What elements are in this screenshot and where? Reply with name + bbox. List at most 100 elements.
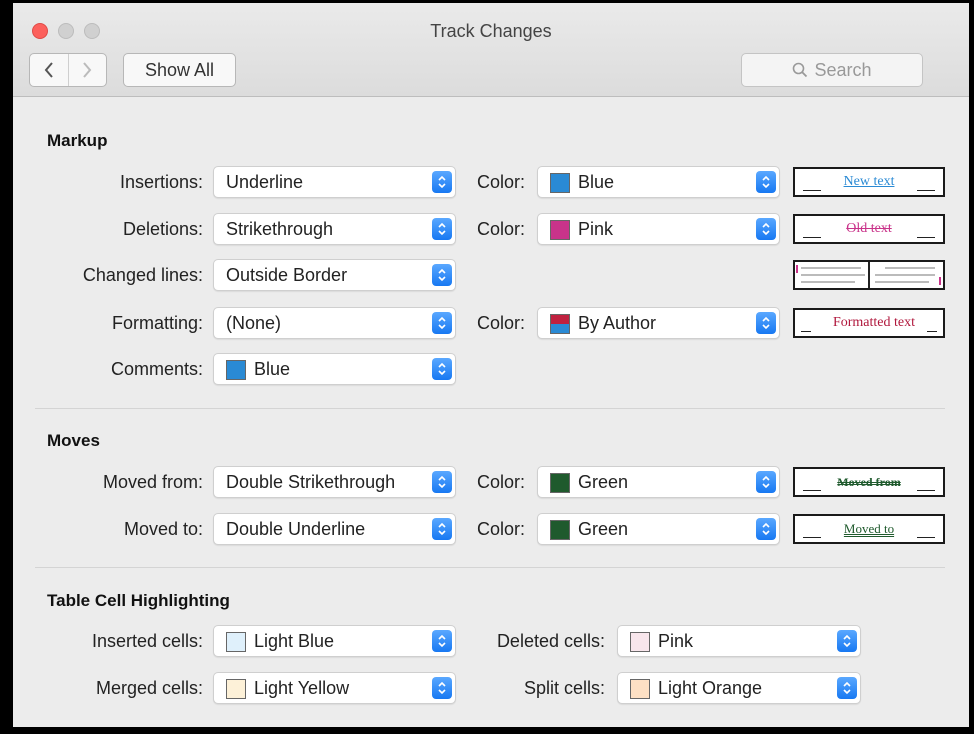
- moved-from-color-swatch: [550, 473, 570, 493]
- show-all-button[interactable]: Show All: [123, 53, 236, 87]
- moved-from-color-label: Color:: [476, 472, 525, 492]
- insertions-color-label: Color:: [476, 172, 525, 192]
- deleted-cells-swatch: [630, 632, 650, 652]
- insertions-preview: New text: [793, 167, 945, 197]
- changed-lines-preview: [793, 260, 945, 290]
- search-field[interactable]: Search: [741, 53, 923, 87]
- section-divider: [35, 567, 945, 568]
- moved-to-color-value: Green: [578, 519, 629, 539]
- search-placeholder: Search: [814, 59, 872, 80]
- comments-color-popup[interactable]: Blue: [213, 353, 456, 385]
- updown-arrows-icon: [432, 312, 452, 334]
- updown-arrows-icon: [432, 358, 452, 380]
- updown-arrows-icon: [837, 677, 857, 699]
- moved-to-preview-text: Moved to: [843, 521, 895, 536]
- split-cells-swatch: [630, 679, 650, 699]
- nav-buttons: [29, 53, 107, 87]
- section-divider: [35, 408, 945, 409]
- merged-cells-value: Light Yellow: [254, 678, 350, 698]
- deletions-preview: Old text: [793, 214, 945, 244]
- updown-arrows-icon: [432, 630, 452, 652]
- formatting-preview: Formatted text: [793, 308, 945, 338]
- merged-cells-label: Merged cells:: [95, 678, 203, 698]
- insertions-color-popup[interactable]: Blue: [537, 166, 780, 198]
- moved-to-style-popup[interactable]: Double Underline: [213, 513, 456, 545]
- comments-color-swatch: [226, 360, 246, 380]
- moved-from-preview: Moved from: [793, 467, 945, 497]
- deletions-color-value: Pink: [578, 219, 614, 239]
- insertions-style-popup[interactable]: Underline: [213, 166, 456, 198]
- moved-to-style-value: Double Underline: [226, 519, 366, 539]
- changed-lines-popup[interactable]: Outside Border: [213, 259, 456, 291]
- formatting-preview-text: Formatted text: [832, 315, 916, 330]
- moves-section-title: Moves: [47, 431, 100, 450]
- search-icon: [793, 62, 808, 78]
- deletions-label: Deletions:: [122, 219, 203, 239]
- updown-arrows-icon: [432, 171, 452, 193]
- insertions-color-swatch: [550, 173, 570, 193]
- window-title: Track Changes: [430, 21, 552, 41]
- updown-arrows-icon: [756, 312, 776, 334]
- formatting-style-value: (None): [226, 313, 282, 333]
- updown-arrows-icon: [756, 471, 776, 493]
- updown-arrows-icon: [756, 218, 776, 240]
- moved-from-color-popup[interactable]: Green: [537, 466, 780, 498]
- preferences-window: Track Changes Show All Search Markup Ins…: [13, 3, 969, 727]
- markup-section-title: Markup: [47, 131, 108, 150]
- split-cells-popup[interactable]: Light Orange: [617, 672, 861, 704]
- chevron-left-icon: [44, 62, 53, 78]
- updown-arrows-icon: [432, 264, 452, 286]
- moved-from-label: Moved from:: [102, 472, 203, 492]
- formatting-color-popup[interactable]: By Author: [537, 307, 780, 339]
- moved-to-color-popup[interactable]: Green: [537, 513, 780, 545]
- deletions-color-swatch: [550, 220, 570, 240]
- deletions-style-popup[interactable]: Strikethrough: [213, 213, 456, 245]
- updown-arrows-icon: [432, 471, 452, 493]
- table-section-title: Table Cell Highlighting: [47, 591, 230, 610]
- formatting-label: Formatting:: [111, 313, 203, 333]
- deleted-cells-popup[interactable]: Pink: [617, 625, 861, 657]
- moved-to-preview: Moved to: [793, 514, 945, 544]
- formatting-color-value: By Author: [578, 313, 657, 333]
- chevron-right-icon: [83, 62, 92, 78]
- updown-arrows-icon: [756, 518, 776, 540]
- moved-from-preview-text: Moved from: [837, 475, 901, 489]
- formatting-color-label: Color:: [476, 313, 525, 333]
- moved-from-color-value: Green: [578, 472, 629, 492]
- formatting-style-popup[interactable]: (None): [213, 307, 456, 339]
- split-cells-label: Split cells:: [523, 678, 605, 698]
- inserted-cells-popup[interactable]: Light Blue: [213, 625, 456, 657]
- changed-lines-label: Changed lines:: [82, 265, 203, 285]
- deletions-style-value: Strikethrough: [226, 219, 334, 239]
- inserted-cells-label: Inserted cells:: [91, 631, 203, 651]
- updown-arrows-icon: [432, 677, 452, 699]
- insertions-color-value: Blue: [578, 172, 615, 192]
- moved-to-color-swatch: [550, 520, 570, 540]
- merged-cells-popup[interactable]: Light Yellow: [213, 672, 456, 704]
- deleted-cells-label: Deleted cells:: [496, 631, 605, 651]
- updown-arrows-icon: [432, 518, 452, 540]
- moved-from-style-value: Double Strikethrough: [226, 472, 396, 492]
- moved-from-style-popup[interactable]: Double Strikethrough: [213, 466, 456, 498]
- moved-to-label: Moved to:: [123, 519, 203, 539]
- inserted-cells-value: Light Blue: [254, 631, 335, 651]
- titlebar: Track Changes Show All Search: [13, 3, 969, 97]
- forward-button[interactable]: [67, 54, 107, 86]
- inserted-cells-swatch: [226, 632, 246, 652]
- moved-to-color-label: Color:: [476, 519, 525, 539]
- back-button[interactable]: [30, 54, 68, 86]
- deletions-color-label: Color:: [476, 219, 525, 239]
- deletions-preview-text: Old text: [846, 221, 892, 236]
- updown-arrows-icon: [432, 218, 452, 240]
- insertions-label: Insertions:: [119, 172, 203, 192]
- by-author-color-swatch: [550, 314, 570, 334]
- merged-cells-swatch: [226, 679, 246, 699]
- updown-arrows-icon: [756, 171, 776, 193]
- insertions-style-value: Underline: [226, 172, 304, 192]
- comments-color-value: Blue: [254, 359, 291, 379]
- insertions-preview-text: New text: [843, 174, 895, 189]
- split-cells-value: Light Orange: [658, 678, 763, 698]
- deletions-color-popup[interactable]: Pink: [537, 213, 780, 245]
- comments-label: Comments:: [110, 359, 203, 379]
- deleted-cells-value: Pink: [658, 631, 694, 651]
